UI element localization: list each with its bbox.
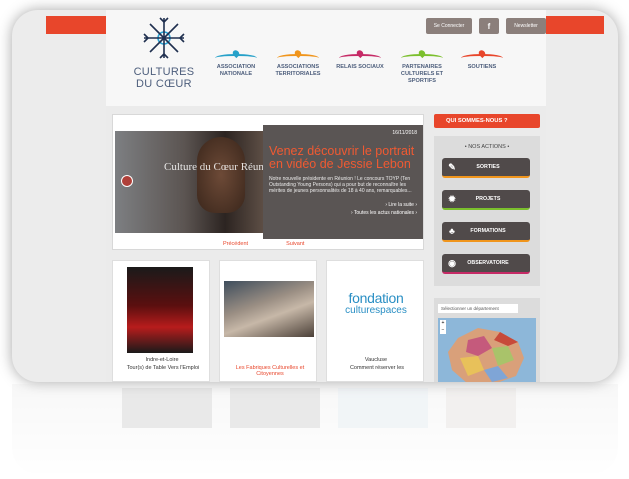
main-nav: ASSOCIATION NATIONALE ASSOCIATIONS TERRI… [206, 48, 506, 94]
nav-label: ASSOCIATIONS TERRITORIALES [275, 64, 321, 77]
drop-icon [231, 48, 241, 59]
logo-line-1: CULTURES [133, 66, 195, 78]
sidebar: QUI SOMMES-NOUS ? • NOS ACTIONS • ✎ SORT… [434, 114, 540, 382]
read-more-link[interactable]: › Lire la suite › [269, 201, 417, 209]
reflection-content [112, 388, 522, 468]
screenshot-stage: CULTURES DU CŒUR Se Connecter f Newslett… [0, 0, 629, 479]
all-news-link[interactable]: › Toutes les actus nationales › [269, 209, 417, 217]
france-map[interactable]: + − [438, 318, 536, 382]
login-button[interactable]: Se Connecter [426, 18, 472, 34]
hero-news-box: 16/11/2018 Venez découvrir le portrait e… [263, 125, 423, 239]
snowflake-logo-icon [143, 17, 185, 59]
main-content: Culture du Cœur Réunion 16/11/2018 Venez… [106, 106, 546, 382]
fondation-culturespaces-logo: fondation culturespaces [331, 291, 421, 331]
action-label: OBSERVATOIRE [467, 260, 509, 266]
action-formations-button[interactable]: ♣ FORMATIONS [442, 222, 530, 242]
action-projets-button[interactable]: ✹ PROJETS [442, 190, 530, 210]
action-label: PROJETS [475, 196, 501, 202]
drop-icon [477, 48, 487, 59]
reflection-block [230, 388, 320, 428]
people-icon: ♣ [449, 226, 455, 236]
page-reflection [12, 384, 618, 474]
logo-text: CULTURES DU CŒUR [128, 66, 200, 90]
drop-icon [293, 48, 303, 59]
reflection-block [338, 388, 428, 428]
nav-association-nationale[interactable]: ASSOCIATION NATIONALE [206, 48, 266, 78]
previous-link[interactable]: Précédent [223, 241, 248, 247]
action-sorties-button[interactable]: ✎ SORTIES [442, 158, 530, 178]
nav-label: PARTENAIRES CULTURELS ET SPORTIFS [400, 64, 444, 84]
site-logo[interactable]: CULTURES DU CŒUR [128, 16, 200, 98]
logo-bottom-text: culturespaces [345, 305, 407, 316]
department-map-panel: Sélectionner un département + − [434, 298, 540, 382]
site-header: CULTURES DU CŒUR Se Connecter f Newslett… [106, 10, 546, 106]
nav-partenaires[interactable]: PARTENAIRES CULTURELS ET SPORTIFS [392, 48, 452, 85]
event-poster-image [127, 267, 193, 353]
action-observatoire-button[interactable]: ◉ OBSERVATOIRE [442, 254, 530, 274]
tile-title: Tour(s) de Table Vers l'Emploi [126, 365, 200, 371]
action-label: FORMATIONS [470, 228, 506, 234]
news-tile[interactable]: Les Fabriques Culturelles et Citoyennes [219, 260, 317, 382]
nav-label: RELAIS SOCIAUX [336, 64, 384, 70]
logo-top-text: fondation [348, 290, 404, 306]
hero-date: 16/11/2018 [392, 130, 417, 136]
tile-title: Comment réserver les [349, 365, 405, 371]
nav-relais-sociaux[interactable]: RELAIS SOCIAUX [330, 48, 390, 71]
logo-line-2: DU CŒUR [136, 78, 192, 90]
lightbulb-icon: ✹ [448, 193, 456, 204]
nav-associations-territoriales[interactable]: ASSOCIATIONS TERRITORIALES [268, 48, 328, 78]
hero-title[interactable]: Venez découvrir le portrait en vidéo de … [269, 145, 417, 171]
nav-label: SOUTIENS [467, 64, 497, 70]
top-red-strip-left [46, 16, 106, 34]
website-page: CULTURES DU CŒUR Se Connecter f Newslett… [106, 10, 546, 382]
who-are-we-button[interactable]: QUI SOMMES-NOUS ? [434, 114, 540, 128]
hero-body: Notre nouvelle présidente en Réunion ! L… [269, 176, 412, 195]
nav-label: ASSOCIATION NATIONALE [216, 64, 256, 77]
hero-slider: Culture du Cœur Réunion 16/11/2018 Venez… [112, 114, 424, 250]
target-icon: ◉ [448, 257, 456, 268]
event-photo-image [224, 281, 314, 337]
departments-map-shape [448, 328, 524, 382]
portrait-image [197, 137, 245, 213]
actions-panel: • NOS ACTIONS • ✎ SORTIES ✹ PROJETS ♣ FO… [434, 136, 540, 286]
top-actions: Se Connecter f Newsletter [426, 18, 546, 34]
reflection-block [446, 388, 516, 428]
nav-soutiens[interactable]: SOUTIENS [452, 48, 512, 71]
reflection-block [122, 388, 212, 428]
news-tile[interactable]: Indre-et-Loire Tour(s) de Table Vers l'E… [112, 260, 210, 382]
top-red-strip-right [546, 16, 604, 34]
tile-region: Vaucluse [364, 357, 388, 363]
play-icon[interactable] [121, 175, 133, 187]
browser-card: CULTURES DU CŒUR Se Connecter f Newslett… [12, 10, 618, 382]
drop-icon [417, 48, 427, 59]
drop-icon [355, 48, 365, 59]
hero-pager: Précédent Suivant [223, 241, 304, 247]
action-label: SORTIES [476, 164, 500, 170]
news-tiles: Indre-et-Loire Tour(s) de Table Vers l'E… [112, 260, 424, 382]
tile-title: Les Fabriques Culturelles et Citoyennes [235, 365, 305, 377]
news-tile[interactable]: fondation culturespaces Vaucluse Comment… [326, 260, 424, 382]
newsletter-button[interactable]: Newsletter [506, 18, 546, 34]
next-link[interactable]: Suivant [286, 241, 304, 247]
ticket-icon: ✎ [448, 161, 456, 172]
actions-heading: • NOS ACTIONS • [464, 144, 510, 150]
department-select[interactable]: Sélectionner un département [438, 304, 518, 313]
facebook-button[interactable]: f [479, 18, 499, 34]
tile-region: Indre-et-Loire [145, 357, 179, 363]
